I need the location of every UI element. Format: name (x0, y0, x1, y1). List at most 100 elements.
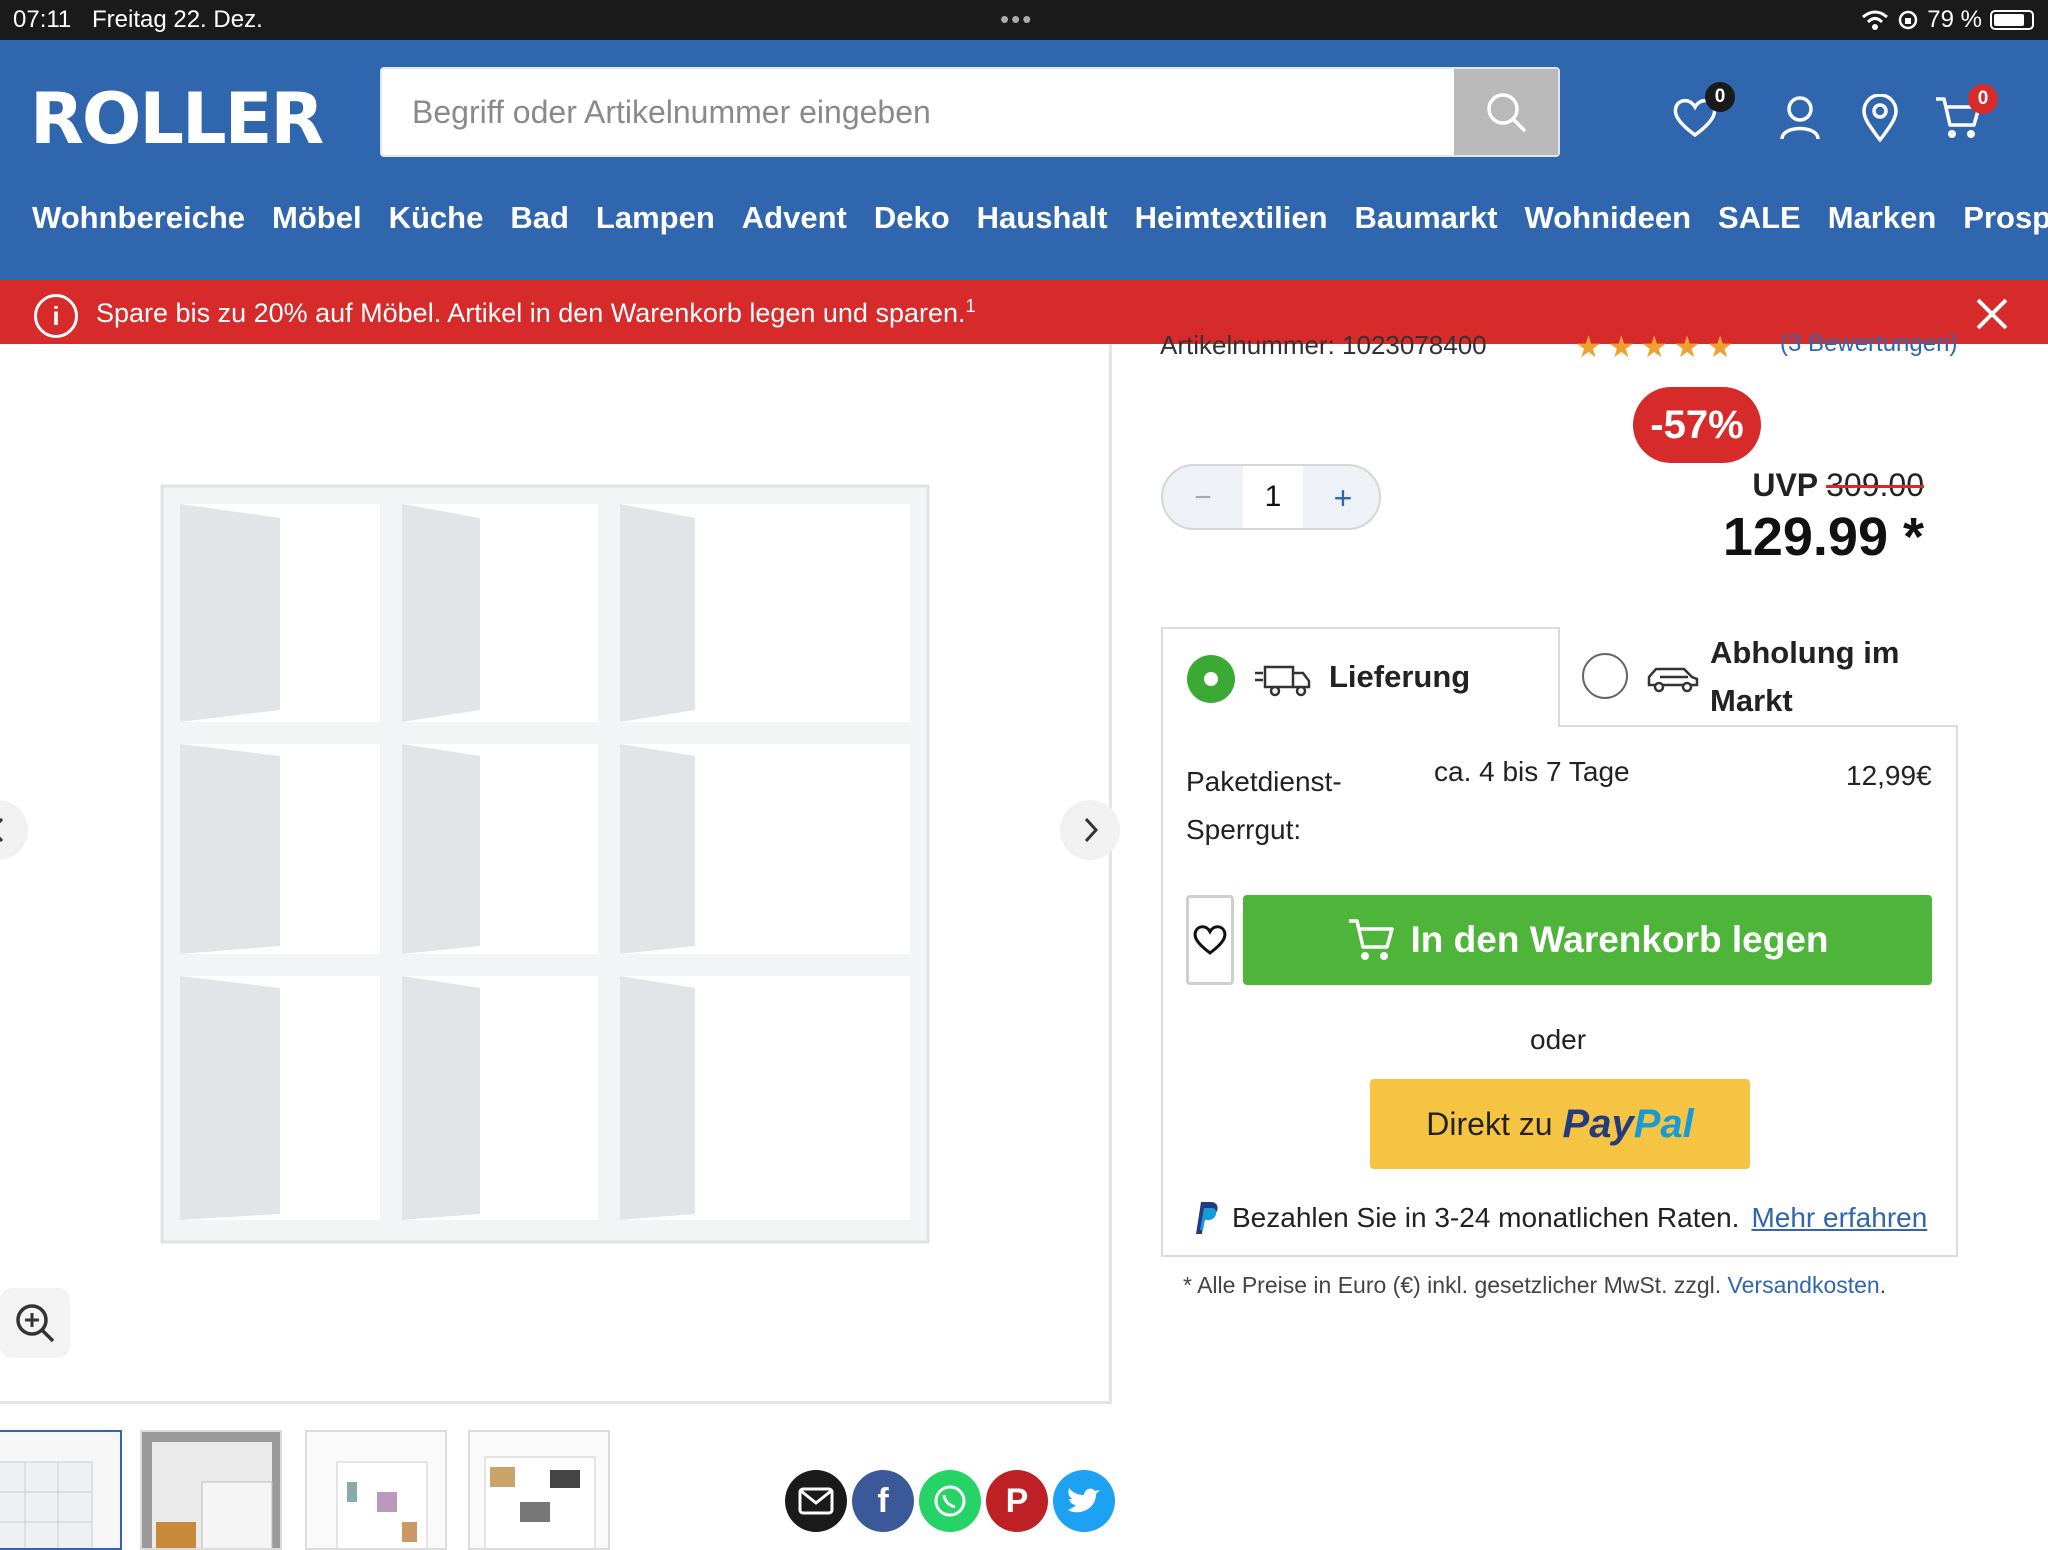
current-price: 129.99 * (1722, 507, 1924, 567)
nav-item[interactable]: Lampen (596, 200, 715, 236)
thumbnail-image (142, 1432, 280, 1548)
heart-icon (1193, 925, 1227, 955)
roller-logo[interactable]: ROLLER (30, 84, 324, 154)
close-icon[interactable] (1968, 290, 2016, 338)
wishlist-button[interactable]: 0 (1665, 82, 1735, 148)
quantity-decrease-button[interactable]: − (1173, 476, 1233, 520)
battery-percent: 79 % (1927, 6, 1982, 33)
shipping-costs-link[interactable]: Versandkosten (1728, 1272, 1880, 1298)
gallery-next-button[interactable] (1060, 800, 1120, 860)
radio-pickup[interactable] (1582, 653, 1628, 699)
reviews-link[interactable]: (3 Bewertungen) (1780, 330, 1957, 358)
installments-info: Bezahlen Sie in 3-24 monatlichen Raten. … (1190, 1200, 1927, 1236)
nav-item[interactable]: Bad (510, 200, 569, 236)
quantity-stepper: − 1 + (1161, 464, 1381, 530)
nav-item[interactable]: Marken (1828, 200, 1937, 236)
search-bar (380, 67, 1560, 157)
site-header: ROLLER 0 0 Wohnbereiche Möbel Küche Bad … (0, 40, 2048, 280)
nav-item[interactable]: Küche (389, 200, 484, 236)
nav-item[interactable]: Heimtextilien (1135, 200, 1328, 236)
tab-pickup-label: Abholung im Markt (1710, 635, 1900, 718)
promo-text: Spare bis zu 20% auf Möbel. Artikel in d… (96, 298, 966, 328)
cart-badge: 0 (1968, 84, 1998, 114)
search-icon (1487, 93, 1526, 132)
thumbnail[interactable] (0, 1430, 122, 1550)
pinterest-icon: P (1005, 1481, 1029, 1520)
nav-item[interactable]: Advent (742, 200, 847, 236)
thumbnail-image (470, 1432, 608, 1548)
paypal-icon (1196, 1202, 1218, 1234)
footnote-text: * Alle Preise in Euro (€) inkl. gesetzli… (1183, 1272, 1722, 1298)
status-right: 79 % (1861, 6, 2034, 34)
gallery-prev-button[interactable] (0, 800, 28, 860)
tab-pickup[interactable]: Abholung im Markt (1560, 627, 1958, 727)
status-time: 07:11 (13, 6, 72, 33)
product-gallery (0, 344, 1120, 1404)
battery-icon (1990, 10, 2034, 30)
add-to-wishlist-button[interactable] (1186, 895, 1234, 985)
product-image[interactable] (150, 474, 940, 1254)
share-whatsapp-button[interactable] (919, 1470, 981, 1532)
share-facebook-button[interactable]: f (852, 1470, 914, 1532)
paypal-prefix: Direkt zu (1426, 1105, 1553, 1142)
paypal-checkout-button[interactable]: Direkt zu PayPal (1370, 1079, 1750, 1169)
info-icon: i (34, 294, 78, 338)
add-to-cart-label: In den Warenkorb legen (1410, 919, 1829, 960)
installments-text: Bezahlen Sie in 3-24 monatlichen Raten. (1232, 1202, 1740, 1233)
radio-delivery-selected[interactable] (1187, 655, 1235, 703)
thumbnail[interactable] (305, 1430, 447, 1550)
nav-item[interactable]: Wohnideen (1525, 200, 1691, 236)
discount-badge: -57% (1633, 387, 1761, 463)
quantity-increase-button[interactable]: + (1313, 476, 1373, 520)
paypal-logo: PayPal (1563, 1102, 1694, 1147)
zoom-button[interactable] (0, 1288, 70, 1358)
delivery-truck-icon (1255, 665, 1311, 697)
orientation-lock-icon (1899, 10, 1918, 30)
nav-item[interactable]: Baumarkt (1355, 200, 1498, 236)
search-button[interactable] (1454, 69, 1558, 155)
promo-message[interactable]: Spare bis zu 20% auf Möbel. Artikel in d… (96, 296, 976, 329)
nav-item[interactable]: Prospekte (1963, 200, 2048, 236)
nav-item[interactable]: Deko (874, 200, 950, 236)
zoom-in-icon (16, 1304, 55, 1343)
search-input[interactable] (412, 87, 1462, 137)
shipping-time: ca. 4 bis 7 Tage (1434, 756, 1630, 787)
paypal-logo-pay: Pay (1562, 1101, 1634, 1146)
nav-item[interactable]: Wohnbereiche (32, 200, 245, 236)
location-pin-icon (1862, 94, 1898, 142)
article-number: Artikelnummer: 1023078400 (1160, 330, 1487, 360)
share-twitter-button[interactable] (1053, 1470, 1115, 1532)
chevron-right-icon (1084, 817, 1099, 843)
wishlist-badge: 0 (1705, 82, 1735, 112)
thumbnail[interactable] (468, 1430, 610, 1550)
mail-icon (798, 1487, 834, 1515)
chevron-left-icon (0, 817, 4, 843)
user-icon (1780, 96, 1820, 140)
thumbnail[interactable] (140, 1430, 282, 1550)
store-locator-button[interactable] (1850, 88, 1910, 148)
add-to-cart-button[interactable]: In den Warenkorb legen (1243, 895, 1932, 985)
installments-link[interactable]: Mehr erfahren (1751, 1202, 1927, 1234)
tab-delivery[interactable]: Lieferung (1161, 627, 1560, 727)
multitask-dots[interactable]: ••• (1000, 4, 1033, 35)
thumbnail-image (0, 1461, 93, 1548)
cart-icon (1349, 919, 1395, 960)
thumbnail-image (307, 1432, 445, 1548)
promo-footnote-mark: 1 (965, 296, 976, 316)
account-button[interactable] (1770, 88, 1830, 148)
promo-banner: i Spare bis zu 20% auf Möbel. Artikel in… (0, 280, 2048, 344)
nav-item[interactable]: Haushalt (977, 200, 1108, 236)
quantity-value[interactable]: 1 (1243, 466, 1303, 528)
share-pinterest-button[interactable]: P (986, 1470, 1048, 1532)
rating-stars[interactable]: ★★★★★ (1575, 330, 1739, 365)
facebook-icon: f (877, 1481, 889, 1520)
price-footnote: * Alle Preise in Euro (€) inkl. gesetzli… (1183, 1272, 1886, 1299)
wifi-icon (1862, 10, 1889, 30)
nav-item[interactable]: Möbel (272, 200, 362, 236)
footnote-end: . (1879, 1272, 1887, 1298)
share-email-button[interactable] (785, 1470, 847, 1532)
status-date: Freitag 22. Dez. (92, 6, 263, 33)
uvp-old-price: 309.00 (1826, 467, 1924, 503)
nav-item[interactable]: SALE (1718, 200, 1801, 236)
cart-header-button[interactable]: 0 (1928, 84, 1998, 148)
